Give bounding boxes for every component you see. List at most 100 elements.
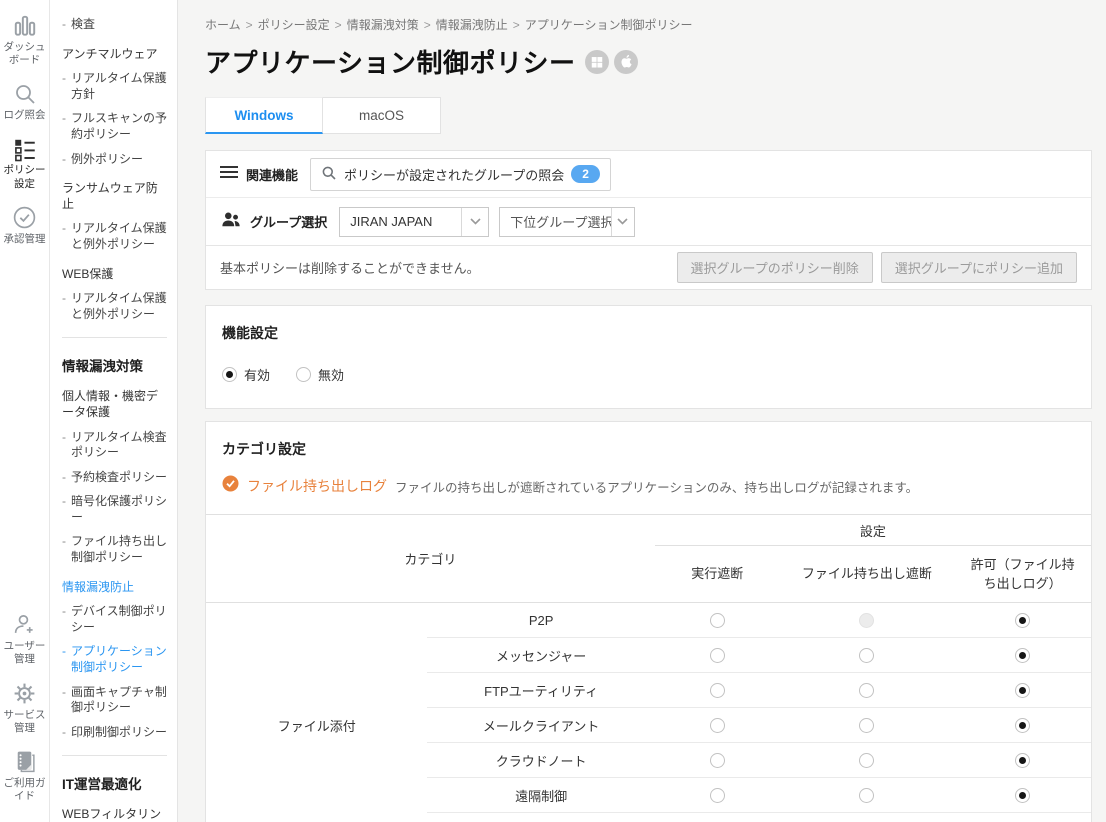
menu-group-label[interactable]: 個人情報・機密データ保護	[62, 389, 167, 420]
radio-allow-with-log[interactable]	[1015, 683, 1030, 698]
category-table: カテゴリ 設定 実行遮断ファイル持ち出し遮断許可（ファイル持ち出しログ） ファイ…	[206, 514, 1091, 822]
radio-cell	[780, 778, 955, 813]
function-option[interactable]: 有効	[222, 365, 270, 384]
column-header-allow-with-log: 許可（ファイル持ち出しログ）	[954, 546, 1091, 603]
chevron-down-icon	[611, 208, 635, 236]
radio-file-export-block[interactable]	[859, 648, 874, 663]
function-option[interactable]: 無効	[296, 365, 344, 384]
menu-item-dash: -	[62, 685, 66, 716]
menu-item-dash: -	[62, 221, 66, 252]
breadcrumb-item: アプリケーション制御ポリシー	[525, 18, 693, 32]
radio-button[interactable]	[222, 367, 237, 382]
radio-allow-with-log[interactable]	[1015, 613, 1030, 628]
breadcrumb-item[interactable]: ポリシー設定	[258, 18, 330, 32]
menu-group-label[interactable]: アンチマルウェア	[62, 47, 167, 63]
menu-item[interactable]: -ファイル持ち出し制御ポリシー	[62, 534, 167, 565]
radio-exec-block[interactable]	[710, 648, 725, 663]
breadcrumb-separator: >	[246, 18, 253, 32]
radio-exec-block[interactable]	[710, 753, 725, 768]
radio-allow-with-log[interactable]	[1015, 788, 1030, 803]
radio-allow-with-log[interactable]	[1015, 648, 1030, 663]
menu-item[interactable]: -リアルタイム保護と例外ポリシー	[62, 291, 167, 322]
breadcrumb-item[interactable]: ホーム	[205, 18, 241, 32]
radio-button[interactable]	[296, 367, 311, 382]
radio-cell	[780, 638, 955, 673]
menu-item[interactable]: -暗号化保護ポリシー	[62, 494, 167, 525]
file-export-log-label: ファイル持ち出しログ	[247, 476, 387, 496]
radio-cell	[655, 743, 780, 778]
file-export-log-description: ファイルの持ち出しが遮断されているアプリケーションのみ、持ち出しログが記録されま…	[395, 477, 918, 496]
table-row: ファイル添付P2P	[206, 603, 1091, 638]
menu-item[interactable]: -デバイス制御ポリシー	[62, 604, 167, 635]
radio-cell	[780, 673, 955, 708]
breadcrumb-item[interactable]: 情報漏洩防止	[436, 18, 508, 32]
radio-cell	[954, 778, 1091, 813]
group-select-dropdown[interactable]: JIRAN JAPAN	[339, 207, 489, 237]
menu-item[interactable]: -例外ポリシー	[62, 152, 167, 168]
radio-file-export-block[interactable]	[859, 683, 874, 698]
radio-exec-block[interactable]	[710, 788, 725, 803]
delete-policy-button[interactable]: 選択グループのポリシー削除	[677, 252, 873, 283]
menu-item[interactable]: -検査	[62, 17, 167, 33]
radio-allow-with-log[interactable]	[1015, 753, 1030, 768]
rail-item-gear[interactable]: サービス管理	[0, 680, 49, 735]
menu-item[interactable]: -リアルタイム検査ポリシー	[62, 430, 167, 461]
radio-file-export-block[interactable]	[859, 718, 874, 733]
rail-item-guide-book[interactable]: ご利用ガイド	[0, 748, 49, 803]
app-window: ダッシュボードログ照会ポリシー設定承認管理ユーザー管理サービス管理ご利用ガイド …	[0, 0, 1106, 822]
menu-item[interactable]: -リアルタイム保護方針	[62, 71, 167, 102]
menu-group-label[interactable]: WEBフィルタリングポリシー	[62, 807, 167, 822]
menu-item-dash: -	[62, 534, 66, 565]
menu-item[interactable]: -画面キャプチャ制御ポリシー	[62, 685, 167, 716]
menu-group-label[interactable]: ランサムウェア防止	[62, 181, 167, 212]
radio-file-export-block[interactable]	[859, 753, 874, 768]
policy-group-card: 関連機能 ポリシーが設定されたグループの照会 2 グループ選択 JIRAN JA…	[205, 150, 1092, 290]
menu-item-label: 例外ポリシー	[71, 152, 143, 168]
add-policy-button[interactable]: 選択グループにポリシー追加	[881, 252, 1077, 283]
radio-cell	[954, 743, 1091, 778]
check-circle-icon	[12, 204, 37, 231]
menu-item-dash: -	[62, 152, 66, 168]
menu-item-label: アプリケーション制御ポリシー	[71, 644, 167, 675]
search-icon	[13, 80, 37, 107]
menu-item[interactable]: -印刷制御ポリシー	[62, 725, 167, 741]
radio-exec-block[interactable]	[710, 683, 725, 698]
function-setting-title: 機能設定	[222, 323, 1075, 343]
os-tabs: WindowsmacOS	[205, 97, 1092, 134]
menu-item[interactable]: -予約検査ポリシー	[62, 470, 167, 486]
primary-nav-rail: ダッシュボードログ照会ポリシー設定承認管理ユーザー管理サービス管理ご利用ガイド	[0, 0, 50, 822]
rail-item-bar-chart[interactable]: ダッシュボード	[0, 12, 49, 67]
menu-item[interactable]: -アプリケーション制御ポリシー	[62, 644, 167, 675]
function-setting-options: 有効 無効	[222, 365, 1075, 384]
base-policy-message: 基本ポリシーは削除することができません。	[220, 258, 480, 277]
radio-cell	[780, 813, 955, 822]
menu-group-label[interactable]: WEB保護	[62, 267, 167, 283]
subgroup-select-dropdown[interactable]: 下位グループ選択	[499, 207, 635, 237]
rail-item-add-user[interactable]: ユーザー管理	[0, 611, 49, 666]
list-icon	[12, 135, 38, 162]
radio-cell	[954, 708, 1091, 743]
category-setting-title: カテゴリ設定	[206, 439, 1091, 459]
radio-allow-with-log[interactable]	[1015, 718, 1030, 733]
group-lookup-button[interactable]: ポリシーが設定されたグループの照会 2	[310, 158, 611, 191]
breadcrumb: ホーム>ポリシー設定>情報漏洩対策>情報漏洩防止>アプリケーション制御ポリシー	[205, 16, 1092, 33]
hamburger-icon	[220, 165, 238, 184]
tab-macos[interactable]: macOS	[323, 97, 441, 134]
radio-exec-block[interactable]	[710, 613, 725, 628]
menu-item[interactable]: -フルスキャンの予約ポリシー	[62, 111, 167, 142]
category-name: メッセンジャー	[427, 638, 654, 673]
rail-item-search[interactable]: ログ照会	[4, 80, 46, 122]
tab-windows[interactable]: Windows	[205, 97, 323, 134]
radio-file-export-block[interactable]	[859, 788, 874, 803]
rail-item-list[interactable]: ポリシー設定	[0, 135, 49, 190]
rail-item-check-circle[interactable]: 承認管理	[4, 204, 46, 246]
radio-cell	[954, 813, 1091, 822]
group-lookup-label: ポリシーが設定されたグループの照会	[344, 165, 564, 184]
menu-group-label[interactable]: 情報漏洩防止	[62, 580, 167, 596]
radio-exec-block[interactable]	[710, 718, 725, 733]
breadcrumb-item[interactable]: 情報漏洩対策	[347, 18, 419, 32]
menu-item-label: デバイス制御ポリシー	[71, 604, 167, 635]
os-badge-apple	[614, 50, 638, 74]
menu-item[interactable]: -リアルタイム保護と例外ポリシー	[62, 221, 167, 252]
rail-item-label: ダッシュボード	[0, 41, 49, 67]
